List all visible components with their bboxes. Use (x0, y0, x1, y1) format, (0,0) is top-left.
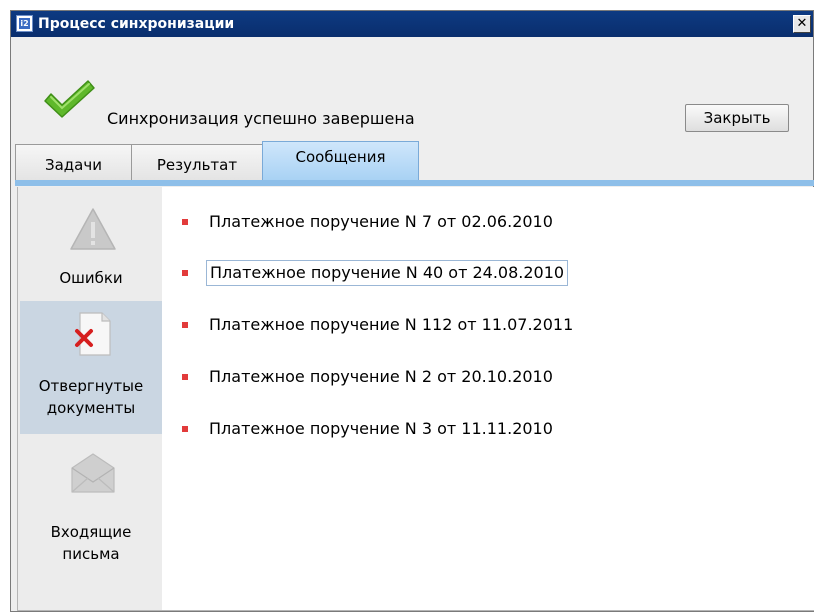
status-message: Синхронизация успешно завершена (107, 109, 415, 128)
app-logo-label: i2 (19, 18, 30, 29)
bullet-icon (182, 322, 188, 328)
sidebar-label-rejected-line2: документы (46, 399, 136, 417)
tab-strip (15, 180, 814, 186)
list-item-text: Платежное поручение N 40 от 24.08.2010 (206, 260, 569, 286)
sidebar-label-incoming-line2: письма (62, 545, 120, 563)
title-bar[interactable]: i2 Процесс синхронизации ✕ (11, 11, 813, 37)
list-item-text: Платежное поручение N 3 от 11.11.2010 (209, 419, 553, 438)
bullet-icon (182, 270, 188, 276)
warning-icon (70, 208, 116, 250)
messages-panel: Ошибки Отвергнутые документы Входящие пи… (17, 187, 814, 611)
list-item-text: Платежное поручение N 2 от 20.10.2010 (209, 367, 553, 386)
sidebar-item-errors[interactable]: Ошибки (20, 187, 162, 301)
tab-messages[interactable]: Сообщения (262, 141, 419, 180)
tab-tasks[interactable]: Задачи (15, 144, 132, 180)
sync-window: i2 Процесс синхронизации ✕ Синхронизация… (10, 10, 814, 612)
list-item-text: Платежное поручение N 112 от 11.07.2011 (209, 315, 574, 334)
sidebar-label-errors: Ошибки (59, 269, 123, 287)
rejected-document-icon (75, 312, 111, 356)
app-logo-icon: i2 (16, 15, 33, 32)
bullet-icon (182, 219, 188, 225)
sidebar-label-rejected-line1: Отвергнутые (38, 377, 144, 395)
sidebar-item-incoming-letters[interactable]: Входящие письма (20, 434, 162, 584)
list-item-text: Платежное поручение N 7 от 02.06.2010 (209, 212, 553, 231)
close-button[interactable]: Закрыть (685, 104, 789, 132)
bullet-icon (182, 374, 188, 380)
sidebar-label-incoming-line1: Входящие (50, 523, 132, 541)
window-title: Процесс синхронизации (38, 16, 235, 32)
window-close-button[interactable]: ✕ (793, 15, 811, 33)
checkmark-icon (44, 80, 95, 118)
sidebar-item-rejected-documents[interactable]: Отвергнутые документы (20, 301, 162, 434)
tab-result[interactable]: Результат (131, 144, 263, 180)
status-row: Синхронизация успешно завершена Закрыть (11, 37, 813, 147)
category-sidebar: Ошибки Отвергнутые документы Входящие пи… (18, 187, 162, 610)
envelope-icon (71, 453, 115, 493)
bullet-icon (182, 426, 188, 432)
